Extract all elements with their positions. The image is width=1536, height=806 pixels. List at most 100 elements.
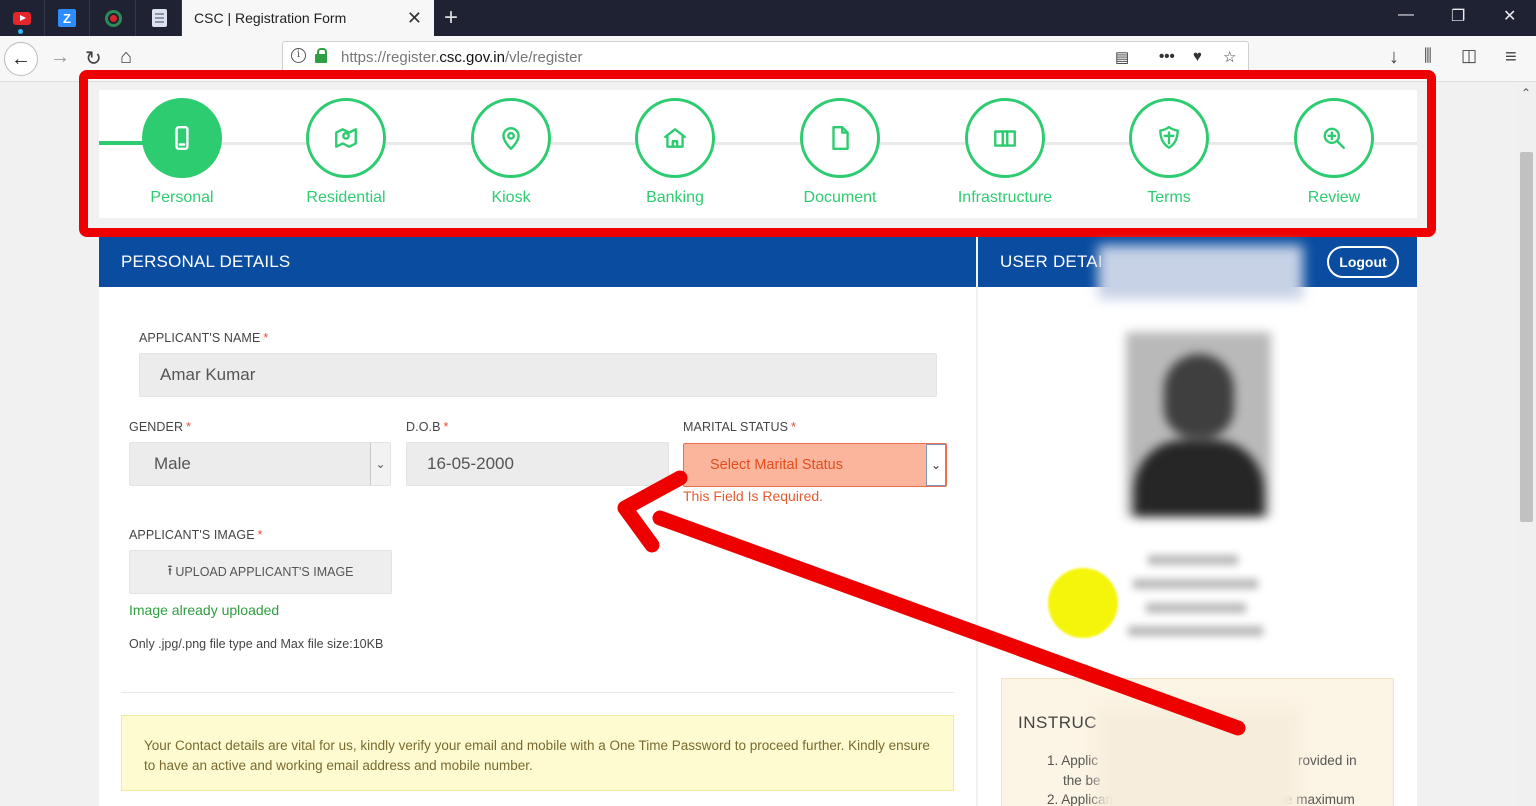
step-circle	[1294, 98, 1374, 178]
blurred-instructions-region	[1098, 709, 1298, 806]
location-pin-icon	[502, 127, 520, 151]
file-icon	[832, 125, 849, 151]
url-text[interactable]: https://register.csc.gov.in/vle/register	[341, 49, 583, 66]
registration-stepper: Personal Residential Kiosk Banking Docum…	[99, 90, 1417, 218]
marital-status-select[interactable]: Select Marital Status ⌄	[683, 443, 947, 487]
chevron-down-icon: ⌄	[370, 443, 390, 485]
applicant-name-label: APPLICANT'S NAME *	[139, 331, 269, 345]
browser-nav-bar: ← → ↻ ⌂ i https://register.csc.gov.in/vl…	[0, 36, 1536, 82]
cursor-highlight	[1048, 568, 1118, 638]
upload-icon: ⭱	[167, 562, 173, 578]
step-document[interactable]: Document	[760, 98, 920, 207]
site-info-icon[interactable]: i	[291, 48, 306, 63]
zoom-icon: Z	[58, 9, 76, 27]
step-label: Terms	[1147, 189, 1191, 206]
dob-input[interactable]: 16-05-2000	[406, 442, 669, 486]
reader-view-icon[interactable]: ▤	[1115, 48, 1129, 66]
close-tab-icon[interactable]: ✕	[407, 8, 422, 29]
forward-arrow-icon[interactable]: →	[50, 46, 70, 69]
step-circle	[800, 98, 880, 178]
tab-indicator-dot	[18, 29, 23, 34]
instruction-item: the be	[1063, 773, 1101, 788]
step-terms[interactable]: Terms	[1089, 98, 1249, 207]
new-tab-icon[interactable]: +	[444, 4, 458, 32]
step-circle	[471, 98, 551, 178]
gender-select[interactable]: Male ⌄	[129, 442, 391, 486]
applicant-photo	[1126, 332, 1271, 517]
page-scrollbar[interactable]: ⌃	[1517, 82, 1536, 806]
window-close-icon[interactable]: ✕	[1503, 6, 1516, 26]
contact-notice: Your Contact details are vital for us, k…	[121, 715, 954, 791]
upload-image-button[interactable]: ⭱ UPLOAD APPLICANT'S IMAGE	[129, 550, 392, 594]
recorder-tab[interactable]	[91, 0, 136, 36]
document-icon	[151, 9, 167, 27]
dob-label: D.O.B *	[406, 420, 449, 434]
upload-status: Image already uploaded	[129, 602, 280, 618]
map-icon	[335, 128, 357, 148]
menu-icon[interactable]: ≡	[1505, 46, 1517, 69]
pocket-icon[interactable]: ♥	[1193, 48, 1202, 65]
gender-label: GENDER *	[129, 420, 192, 434]
upload-hint: Only .jpg/.png file type and Max file si…	[129, 637, 384, 651]
screen-recorder-icon	[104, 9, 122, 27]
step-personal[interactable]: Personal	[102, 98, 262, 207]
scroll-thumb[interactable]	[1520, 152, 1533, 522]
bank-icon	[664, 128, 686, 148]
step-circle	[635, 98, 715, 178]
lock-icon	[315, 48, 327, 63]
shield-icon	[1159, 125, 1179, 149]
library-icon[interactable]: ⫼	[1424, 46, 1432, 66]
zoom-tab[interactable]: Z	[45, 0, 90, 36]
downloads-icon[interactable]: ↓	[1389, 46, 1399, 69]
chevron-down-icon: ⌄	[926, 444, 946, 486]
step-circle	[965, 98, 1045, 178]
user-details-panel: USER DETAI Logout INSTRUC 1. Applic rovid…	[978, 237, 1417, 806]
restore-icon[interactable]: ❐	[1451, 6, 1465, 26]
youtube-tab[interactable]	[0, 0, 45, 36]
step-label: Personal	[150, 189, 214, 206]
mobile-icon	[175, 125, 189, 151]
back-arrow-icon[interactable]: ←	[4, 42, 38, 76]
bookmark-star-icon[interactable]: ☆	[1223, 48, 1236, 66]
step-label: Document	[803, 189, 877, 206]
scroll-up-icon[interactable]: ⌃	[1521, 86, 1531, 100]
step-circle	[306, 98, 386, 178]
step-circle	[1129, 98, 1209, 178]
home-icon[interactable]: ⌂	[120, 46, 132, 69]
youtube-icon	[13, 11, 31, 25]
applicant-image-label: APPLICANT'S IMAGE *	[129, 528, 263, 542]
step-review[interactable]: Review	[1254, 98, 1414, 207]
more-actions-icon[interactable]: •••	[1159, 48, 1175, 65]
book-icon	[994, 130, 1016, 147]
applicant-name-input[interactable]: Amar Kumar	[139, 353, 937, 397]
active-tab-title: CSC | Registration Form	[194, 10, 347, 26]
marital-status-error: This Field Is Required.	[683, 488, 824, 504]
step-residential[interactable]: Residential	[266, 98, 426, 207]
step-label: Infrastructure	[957, 189, 1053, 206]
sidebar-icon[interactable]: ◫	[1461, 46, 1477, 66]
logout-button[interactable]: Logout	[1327, 246, 1399, 278]
step-label: Kiosk	[491, 189, 531, 206]
instructions-box: INSTRUC 1. Applic rovided in the be 2. Ap…	[1001, 678, 1394, 806]
active-tab[interactable]: CSC | Registration Form ✕	[182, 0, 434, 36]
address-bar[interactable]: i https://register.csc.gov.in/vle/regist…	[282, 41, 1249, 73]
blurred-user-info	[1146, 603, 1246, 613]
step-label: Review	[1307, 189, 1361, 206]
step-circle	[142, 98, 222, 178]
step-kiosk[interactable]: Kiosk	[431, 98, 591, 207]
reload-icon[interactable]: ↻	[85, 46, 102, 71]
document-tab[interactable]	[137, 0, 182, 36]
step-label: Banking	[646, 189, 704, 206]
browser-tab-bar: Z CSC | Registration Form ✕ + — ❐ ✕	[0, 0, 1536, 36]
section-divider	[121, 692, 954, 693]
blurred-header-region	[1098, 245, 1303, 299]
step-infrastructure[interactable]: Infrastructure	[925, 98, 1085, 207]
minimize-icon[interactable]: —	[1398, 6, 1414, 24]
step-banking[interactable]: Banking	[595, 98, 755, 207]
personal-details-panel: PERSONAL DETAILS APPLICANT'S NAME * Amar …	[99, 237, 976, 806]
instructions-title: INSTRUC	[1018, 713, 1098, 732]
step-label: Residential	[306, 189, 386, 206]
blurred-user-info	[1133, 579, 1258, 589]
marital-status-label: MARITAL STATUS *	[683, 420, 797, 434]
personal-details-header: PERSONAL DETAILS	[99, 237, 976, 287]
